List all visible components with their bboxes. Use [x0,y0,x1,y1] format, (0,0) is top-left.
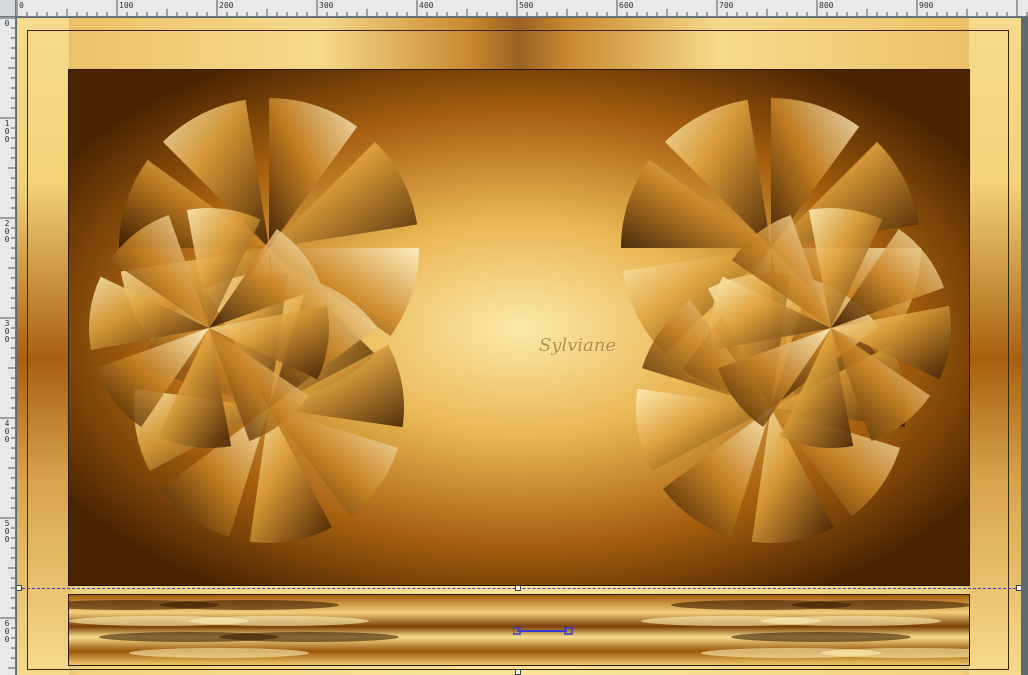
ruler-label-left: 5 0 0 [4,519,10,544]
horizontal-ruler[interactable]: 0 100 200 300 400 500 600 700 800 900 [0,0,1028,17]
ruler-label-left: 4 0 0 [4,419,10,444]
strip-band [189,616,369,626]
move-handle-icon[interactable] [513,627,573,635]
main-artwork-layer[interactable]: Sylviane [68,69,970,586]
strip-band [671,600,851,610]
strip-band [701,648,881,658]
selection-handle-left[interactable] [17,585,22,591]
ruler-label-left: 2 0 0 [4,219,10,244]
watermark-signature: Sylviane [539,335,617,356]
ruler-ticks-vertical [0,17,15,669]
strip-band [731,632,911,642]
selection-handle-center[interactable] [515,585,521,591]
fractal-gold-pattern [69,70,969,585]
ruler-label-top: 600 [619,1,634,10]
ruler-label-top: 500 [519,1,534,10]
ruler-label-left: 1 0 0 [4,119,10,144]
strip-band [641,616,821,626]
ruler-label-top: 400 [419,1,434,10]
ruler-label-top: 100 [119,1,134,10]
ruler-label-top: 300 [319,1,334,10]
vertical-ruler[interactable]: 0 1 0 0 2 0 0 3 0 0 4 0 0 5 0 0 6 0 0 [0,17,16,675]
ruler-label-left: 3 0 0 [4,319,10,344]
ruler-label-top: 200 [219,1,234,10]
ruler-label-top: 900 [919,1,934,10]
ruler-label-top: 800 [819,1,834,10]
image-canvas[interactable]: Sylviane [17,18,1021,675]
selection-handle-bottom[interactable] [515,669,521,675]
ruler-label-left: 0 [4,19,10,28]
strip-band [129,648,309,658]
selection-handle-right[interactable] [1016,585,1021,591]
frame-left-border [17,18,69,675]
ruler-label-top: 700 [719,1,734,10]
ruler-ticks-horizontal [16,0,1028,16]
frame-right-border [969,18,1021,675]
strip-band [219,632,399,642]
ruler-label-top: 0 [19,1,24,10]
strip-band [159,600,339,610]
ruler-origin-icon[interactable] [0,0,16,17]
ruler-label-left: 6 0 0 [4,619,10,644]
